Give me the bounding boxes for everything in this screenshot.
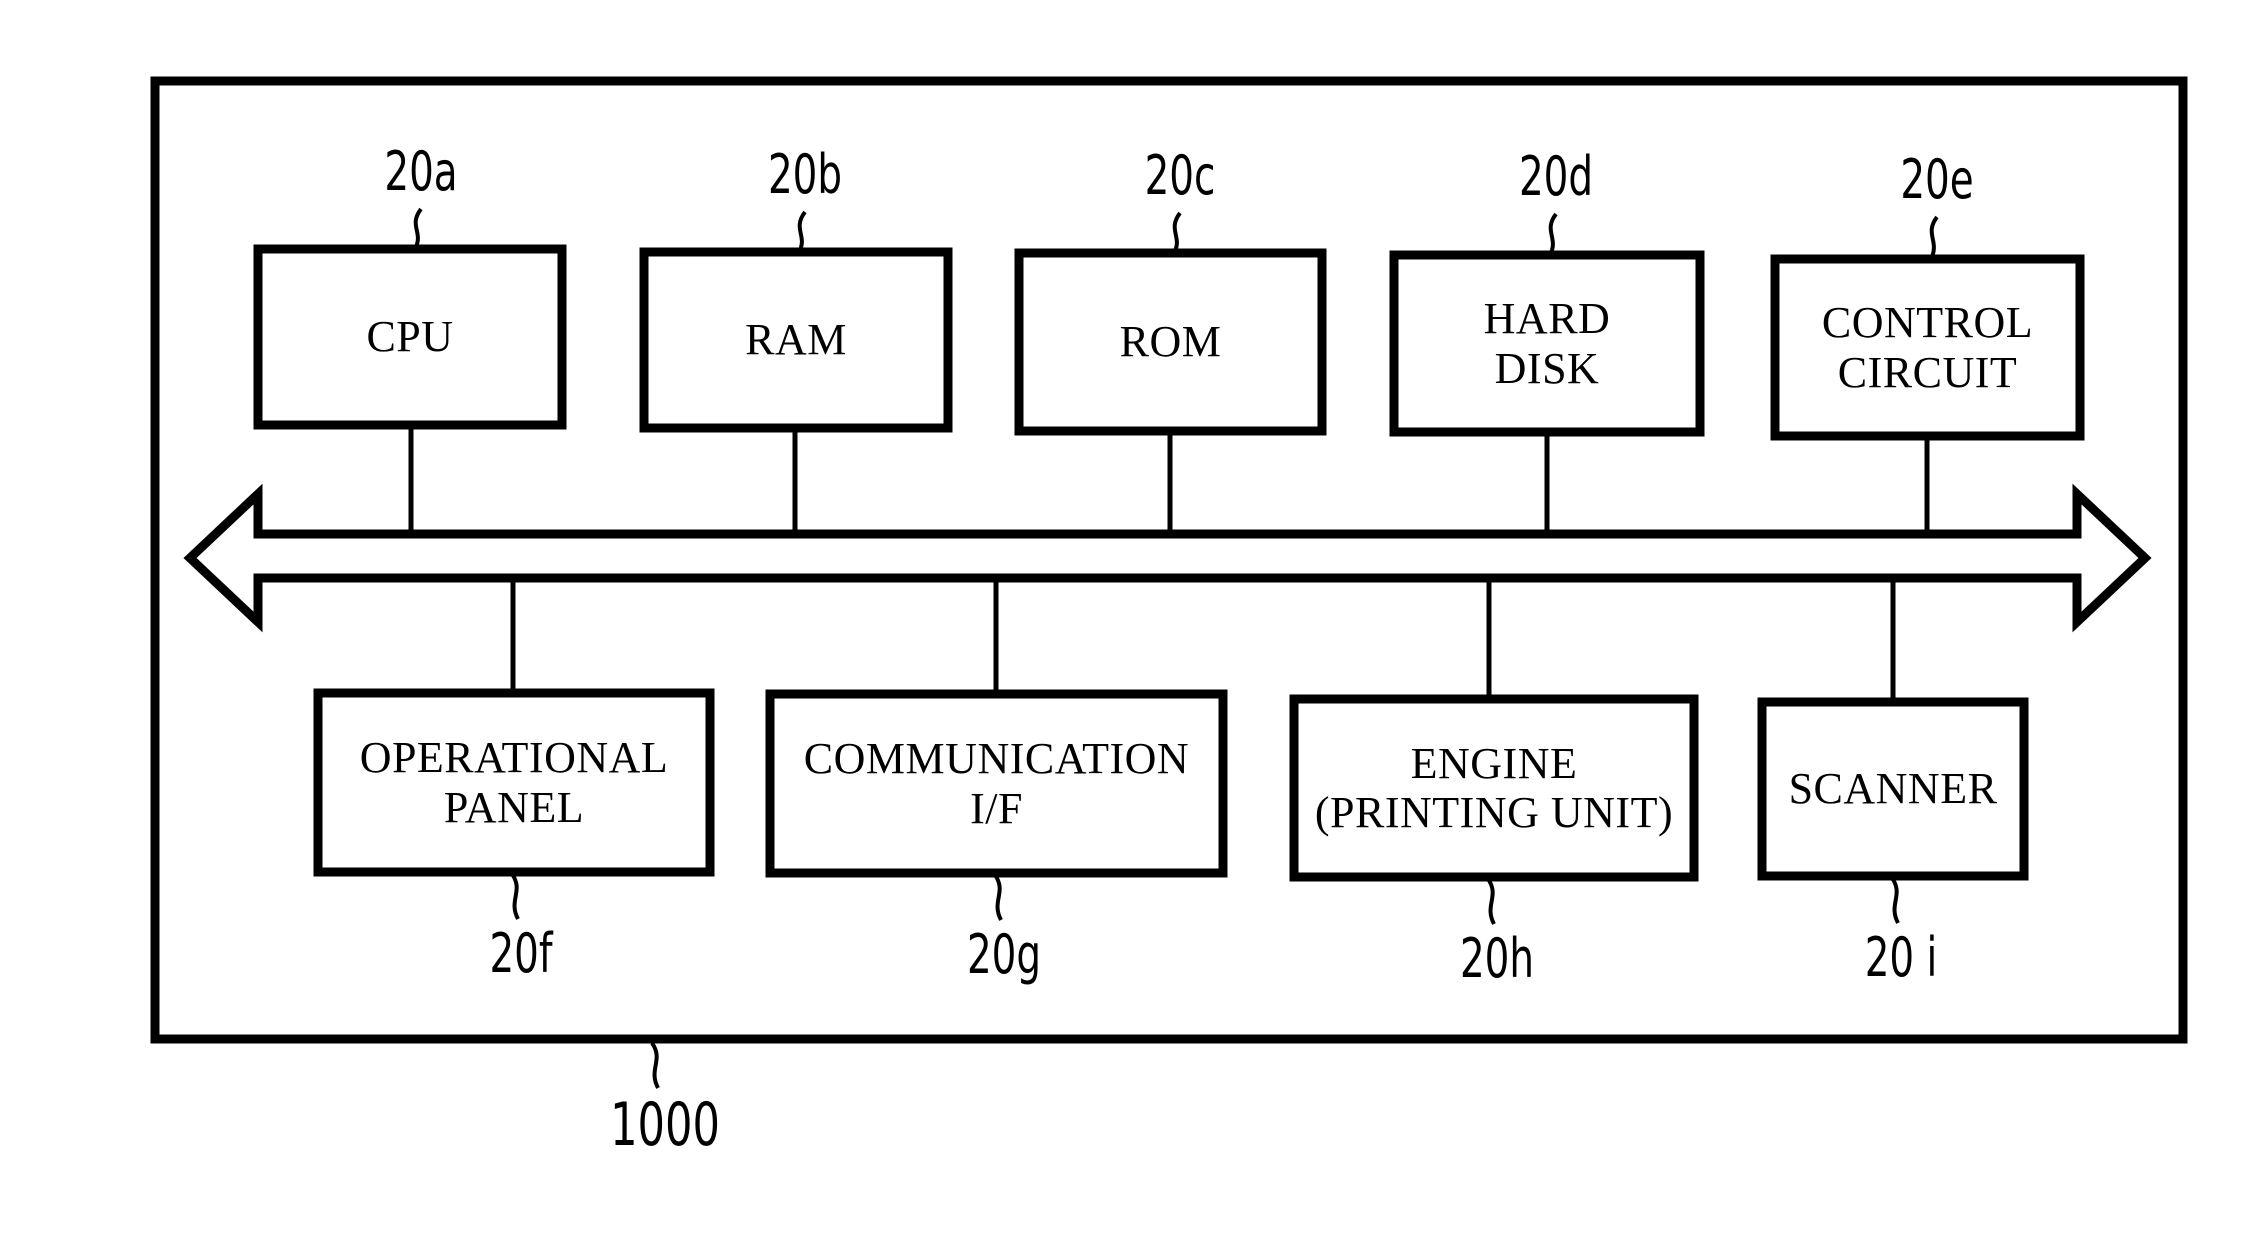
block-communication-if xyxy=(765,689,1228,878)
leader-20g xyxy=(993,873,1003,921)
block-scanner xyxy=(1757,697,2029,881)
block-rom xyxy=(1014,248,1327,436)
ref-label-20e: 20e xyxy=(1900,148,1974,211)
figure-canvas: CPU RAM ROM HARD DISK CONTROL CIRCUIT OP… xyxy=(0,0,2246,1257)
ref-label-20b: 20b xyxy=(767,143,843,206)
ref-label-20d: 20d xyxy=(1518,145,1594,208)
block-operational-panel xyxy=(313,688,715,877)
leader-20h xyxy=(1486,877,1496,925)
leader-20a xyxy=(413,207,423,250)
block-control-circuit xyxy=(1770,254,2085,441)
ref-label-20c: 20c xyxy=(1144,144,1216,207)
leader-20c xyxy=(1172,211,1182,254)
ref-label-20f: 20f xyxy=(489,922,553,985)
block-ram xyxy=(639,247,953,433)
leader-20e xyxy=(1929,215,1939,260)
block-hard-disk xyxy=(1389,250,1705,437)
leader-1000 xyxy=(650,1041,660,1089)
block-engine xyxy=(1289,694,1699,882)
leader-20i xyxy=(1890,876,1900,924)
ref-label-20i: 20 i xyxy=(1864,926,1938,989)
ref-label-20a: 20a xyxy=(384,140,458,203)
ref-label-device-1000: 1000 xyxy=(610,1090,720,1160)
ref-label-20h: 20h xyxy=(1459,927,1535,990)
leader-20d xyxy=(1548,212,1558,256)
leader-20b xyxy=(797,210,807,253)
block-cpu xyxy=(253,244,567,430)
leader-20f xyxy=(510,872,520,920)
ref-label-20g: 20g xyxy=(966,923,1042,986)
